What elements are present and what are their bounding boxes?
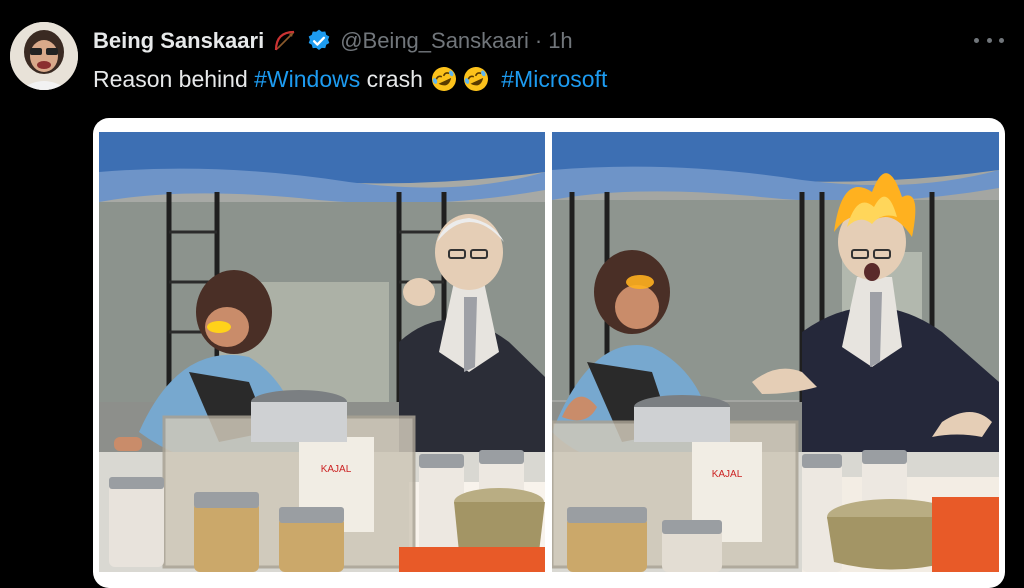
verified-badge-icon bbox=[306, 28, 332, 54]
media-frame-left[interactable]: KAJAL bbox=[99, 132, 545, 572]
tweet-text-part: crash bbox=[360, 66, 430, 92]
avatar-photo-icon bbox=[10, 22, 78, 90]
jar-label-text: KAJAL bbox=[321, 464, 352, 475]
separator-dot: · bbox=[534, 28, 543, 53]
author-avatar[interactable] bbox=[10, 22, 78, 90]
media-frame-right[interactable]: KAJAL bbox=[552, 132, 999, 572]
hashtag-microsoft-link[interactable]: #Microsoft bbox=[501, 63, 607, 95]
rolling-on-floor-laughing-icon bbox=[461, 64, 491, 94]
author-display-name[interactable]: Being Sanskaari bbox=[93, 28, 264, 54]
more-options-icon[interactable] bbox=[974, 28, 1004, 52]
tweet-timestamp[interactable]: 1h bbox=[548, 28, 572, 54]
hashtag-windows-link[interactable]: #Windows bbox=[254, 63, 360, 95]
rolling-on-floor-laughing-icon bbox=[429, 64, 459, 94]
tweet-text-part: Reason behind bbox=[93, 66, 255, 92]
tweet-header: Being Sanskaari @Being_Sanskaari · 1h bbox=[93, 24, 1004, 58]
author-handle[interactable]: @Being_Sanskaari bbox=[340, 28, 529, 54]
tweet-media[interactable]: KAJAL KAJAL bbox=[93, 118, 1005, 588]
tweet-text: Reason behind #Windows crash #Microsoft bbox=[93, 63, 994, 95]
jar-label-text: KAJAL bbox=[712, 469, 743, 480]
bow-and-arrow-icon bbox=[272, 28, 298, 54]
